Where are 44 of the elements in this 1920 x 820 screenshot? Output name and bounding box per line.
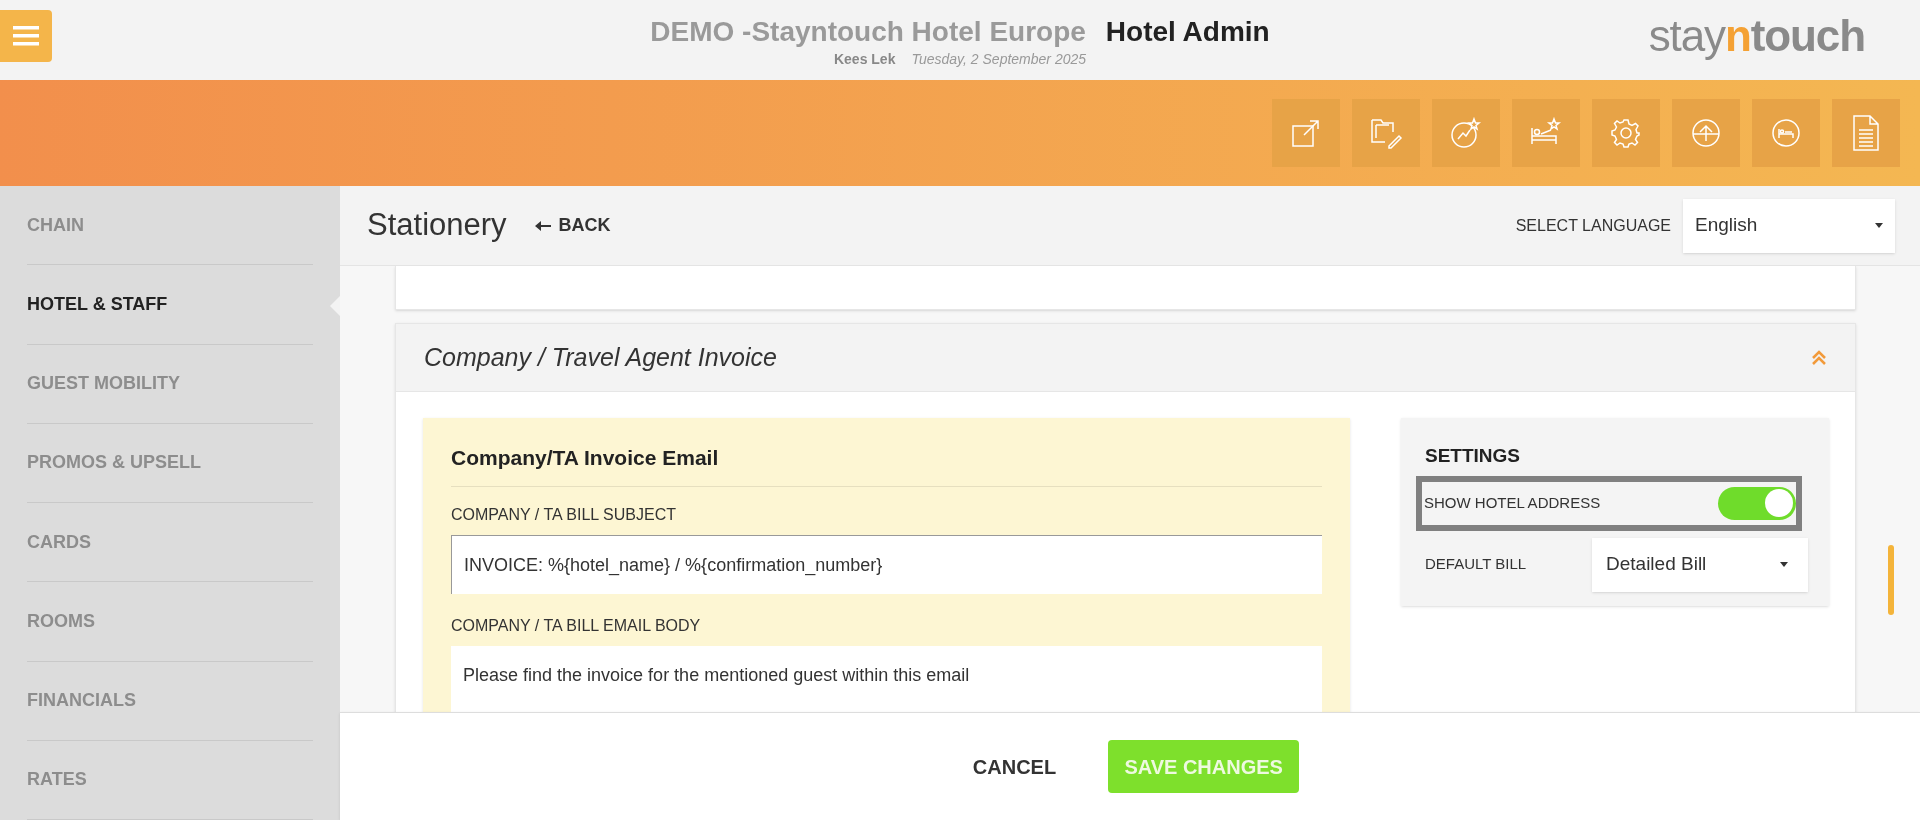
app-title: Hotel Admin [1105,14,1270,49]
logo: stayntouch [1648,14,1865,58]
text-area[interactable]: Please find the invoice for the mentioned guest within this email [451,645,1322,712]
sidebar-item[interactable]: HOTEL & STAFF [27,265,313,345]
panel-title: Company/TA Invoice Email [451,442,1322,487]
caret-icon [1780,562,1788,567]
scrollbar-thumb [1888,545,1894,615]
bed-circle-icon [1770,117,1802,149]
language-dropdown[interactable]: English [1683,198,1895,253]
toolbar-button[interactable] [1432,99,1500,167]
section-title: Company / Travel Agent Invoice [424,341,777,373]
toolbar-button[interactable] [1592,99,1660,167]
folder-pencil-icon [1369,116,1403,150]
double-chevron-up-icon[interactable] [1811,349,1827,366]
document-icon [1851,114,1881,152]
left-arrow-icon [534,220,551,231]
setting-row[interactable]: SHOW HOTEL ADDRESS [1416,475,1802,531]
user-name: Kees Lek [833,49,896,69]
toolbar-button[interactable] [1672,99,1740,167]
toolbar-button[interactable] [1352,99,1420,167]
settings-title: SETTINGS [1425,444,1521,468]
chart-star-icon [1449,116,1483,150]
input-field[interactable]: INVOICE: %{hotel_name} / %{confirmation_number} [451,534,1322,594]
upload-icon [1690,117,1722,149]
caret-icon [1875,223,1883,228]
default-bill-label: DEFAULT BILL [1425,554,1527,575]
toolbar-button[interactable] [1512,99,1580,167]
menu-icon [13,25,39,47]
language-label: SELECT LANGUAGE [1515,215,1671,236]
toolbar-button[interactable] [1752,99,1820,167]
hotel-name: DEMO -Stayntouch Hotel Europe [650,14,1086,49]
toolbar-button[interactable] [1272,99,1340,167]
page-title: Stationery [367,206,507,245]
field-label: COMPANY / TA BILL SUBJECT [451,504,677,525]
cancel-button[interactable]: CANCEL [960,751,1069,782]
field-label: COMPANY / TA BILL EMAIL BODY [451,615,702,636]
toggle-switch[interactable] [1718,486,1796,520]
settings-icon [1610,117,1642,149]
date-text: Tuesday, 2 September 2025 [911,49,1087,69]
toolbar-button[interactable] [1832,99,1900,167]
external-link-icon [1290,117,1322,149]
menu-button[interactable] [0,10,52,62]
back-link[interactable]: BACK [534,212,611,239]
default-bill-dropdown[interactable]: Detailed Bill [1592,537,1808,592]
